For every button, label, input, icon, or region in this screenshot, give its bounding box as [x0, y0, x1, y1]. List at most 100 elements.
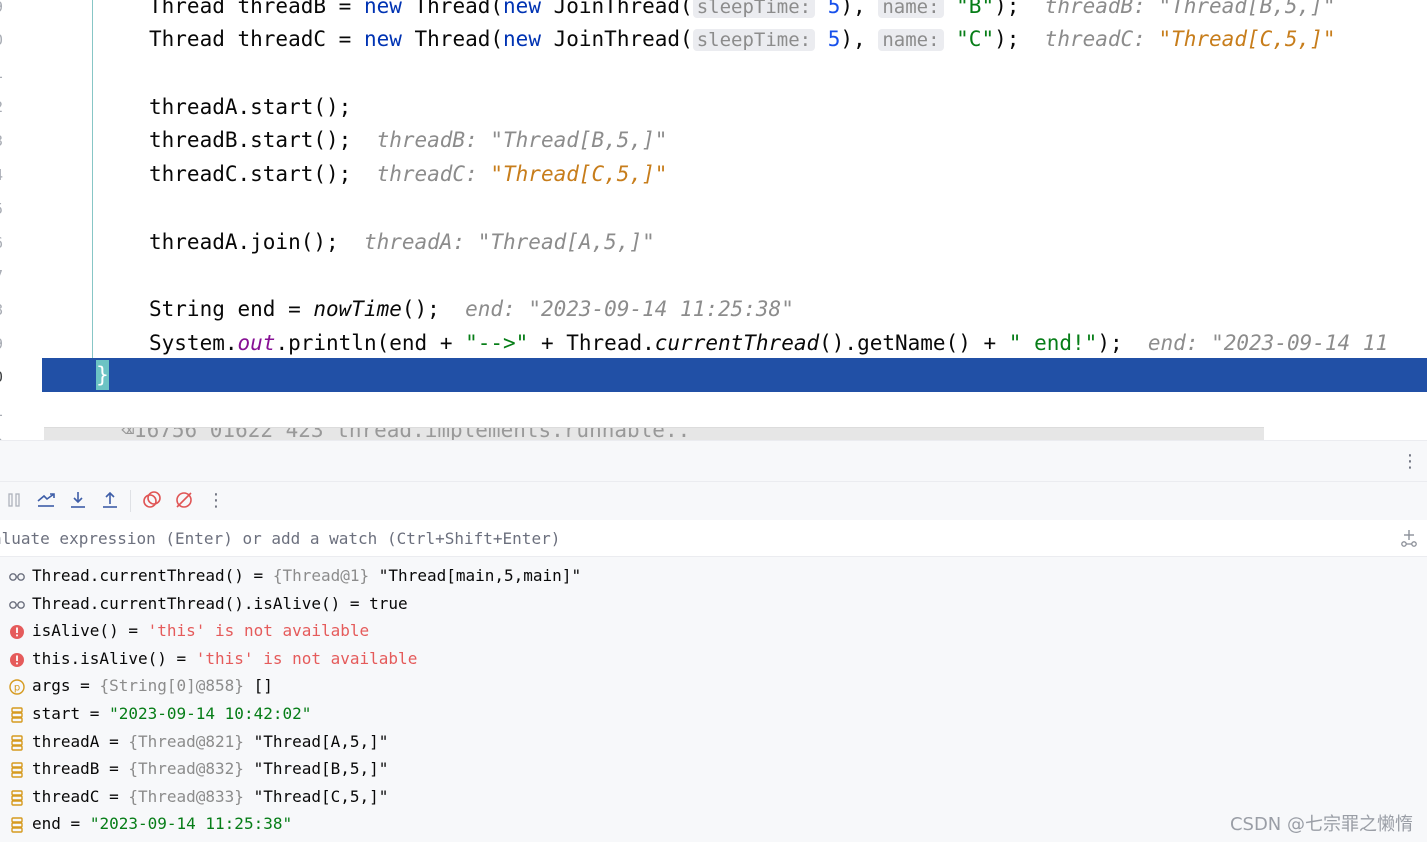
line-number: 7 — [0, 266, 8, 286]
variable-value: [] — [243, 676, 273, 696]
current-execution-line — [42, 358, 1427, 392]
mute-breakpoints-icon[interactable] — [172, 488, 196, 512]
variable-icon — [8, 705, 26, 723]
variable-ref: {Thread@832} — [128, 759, 244, 779]
scrolled-text-fragment: ⌫16756 01622 423 thread.implements.runna… — [96, 427, 691, 440]
variable-name: threadC — [32, 786, 100, 806]
line-number-gutter: 9 0 1 2 3 4 5 6 7 8 9 0 1 2 — [0, 0, 42, 440]
variable-row[interactable]: threadB = {Thread@832} "Thread[B,5,]" — [0, 755, 1427, 782]
watermark: CSDN @七宗罪之懒惰 — [1229, 814, 1413, 835]
code-line-threadC: Thread threadC = new Thread(new JoinThre… — [149, 27, 1336, 51]
step-over-icon[interactable] — [34, 488, 58, 512]
variable-row[interactable]: this.isAlive() = 'this' is not available — [0, 645, 1427, 672]
svg-text:p: p — [14, 683, 20, 694]
code-line-threadB: Thread threadB = new Thread(new JoinThre… — [149, 0, 1335, 22]
variable-value: "Thread[B,5,]" — [243, 759, 389, 779]
code-line-threadC-start: threadC.start(); threadC: "Thread[C,5,]" — [149, 162, 668, 186]
more-actions-icon[interactable]: ⋮ — [204, 488, 228, 512]
variable-name: this.isAlive() — [32, 648, 167, 668]
variable-text: threadA = {Thread@821} "Thread[A,5,]" — [32, 731, 389, 751]
variable-ref: {Thread@821} — [128, 731, 244, 751]
variable-text: isAlive() = 'this' is not available — [32, 621, 370, 641]
variable-value: "Thread[main,5,main]" — [369, 566, 582, 585]
toolbar-separator — [130, 490, 131, 512]
variable-text: this.isAlive() = 'this' is not available — [32, 648, 418, 668]
variable-row[interactable]: Thread.currentThread() = {Thread@1} "Thr… — [0, 562, 1427, 589]
line-number: 9 — [0, 0, 8, 17]
variable-text: args = {String[0]@858} [] — [32, 676, 273, 696]
variable-icon — [8, 788, 26, 806]
error-icon — [8, 622, 26, 640]
variable-icon — [8, 815, 26, 834]
line-number: 6 — [0, 233, 8, 253]
variable-name: threadA — [32, 731, 100, 751]
variable-icon — [8, 760, 26, 778]
variable-value: "2023-09-14 11:25:38" — [89, 814, 293, 834]
evaluate-expression-bar — [0, 520, 1427, 557]
closing-brace: } — [96, 360, 109, 390]
variable-text: Thread.currentThread() = {Thread@1} "Thr… — [32, 566, 582, 585]
variable-text: end = "2023-09-14 11:25:38" — [32, 814, 293, 834]
parameter-icon: p — [8, 677, 26, 696]
watch-glasses-icon — [8, 595, 26, 613]
variable-row[interactable]: start = "2023-09-14 10:42:02" — [0, 700, 1427, 727]
debug-toolbar: ⋮ — [0, 481, 1427, 521]
indent-guide — [92, 0, 93, 358]
pause-program-icon[interactable] — [2, 488, 26, 512]
param-hint: sleepTime: — [692, 29, 816, 51]
step-out-icon[interactable] — [98, 488, 122, 512]
step-into-icon[interactable] — [66, 488, 90, 512]
line-number: 3 — [0, 131, 8, 151]
variable-name: start — [32, 704, 81, 723]
variable-row[interactable]: p args = {String[0]@858} [] — [0, 672, 1427, 699]
variable-name: threadB — [32, 759, 100, 779]
add-watch-icon[interactable] — [1399, 528, 1419, 548]
variable-text: threadB = {Thread@832} "Thread[B,5,]" — [32, 759, 389, 779]
code-editor[interactable]: 9 0 1 2 3 4 5 6 7 8 9 0 1 2 } Thread thr… — [0, 0, 1427, 440]
more-options-icon[interactable]: ⋮ — [1401, 451, 1419, 472]
variable-value: "Thread[C,5,]" — [243, 786, 389, 806]
variable-value: "2023-09-14 10:42:02" — [109, 704, 312, 723]
line-number: 9 — [0, 334, 8, 354]
variable-name: end — [32, 814, 61, 834]
variable-row[interactable]: isAlive() = 'this' is not available — [0, 617, 1427, 644]
variable-value: true — [369, 593, 408, 613]
debug-panel: ⋮ ⋮ Thread.currentThread() = {Thread@1} … — [0, 440, 1427, 842]
code-line-threadB-start: threadB.start(); threadB: "Thread[B,5,]" — [149, 128, 668, 152]
variable-ref: {Thread@833} — [128, 786, 244, 806]
variable-row[interactable]: threadC = {Thread@833} "Thread[C,5,]" — [0, 783, 1427, 810]
code-line-end: String end = nowTime(); end: "2023-09-14… — [149, 297, 794, 321]
variable-ref: {String[0]@858} — [99, 676, 244, 696]
line-number-current: 0 — [0, 367, 8, 387]
variable-text: start = "2023-09-14 10:42:02" — [32, 704, 312, 723]
variable-name: args — [32, 676, 71, 696]
variable-text: threadC = {Thread@833} "Thread[C,5,]" — [32, 786, 389, 806]
line-number: 4 — [0, 165, 8, 185]
watch-glasses-icon — [8, 567, 26, 585]
variable-value: 'this' is not available — [195, 648, 418, 668]
param-hint: name: — [878, 29, 944, 51]
variable-name: Thread.currentThread().isAlive() — [32, 593, 341, 613]
variable-text: Thread.currentThread().isAlive() = true — [32, 593, 408, 613]
variable-row[interactable]: end = "2023-09-14 11:25:38" — [0, 810, 1427, 837]
line-number: 5 — [0, 199, 8, 219]
code-line-threadA-start: threadA.start(); — [149, 95, 352, 119]
line-number: 1 — [0, 63, 8, 83]
variable-name: isAlive() — [32, 621, 119, 641]
code-line-threadA-join: threadA.join(); threadA: "Thread[A,5,]" — [149, 230, 655, 254]
variable-row[interactable]: Thread.currentThread().isAlive() = true — [0, 590, 1427, 617]
variable-ref: {Thread@1} — [272, 566, 370, 585]
param-hint: name: — [878, 0, 944, 18]
line-number: 0 — [0, 30, 8, 50]
variable-row[interactable]: threadA = {Thread@821} "Thread[A,5,]" — [0, 728, 1427, 755]
variable-value: "Thread[A,5,]" — [243, 731, 389, 751]
param-hint: sleepTime: — [692, 0, 816, 18]
horizontal-scrollbar[interactable]: ⌫16756 01622 423 thread.implements.runna… — [44, 427, 1264, 440]
variable-icon — [8, 733, 26, 751]
code-line-println: System.out.println(end + "-->" + Thread.… — [149, 331, 1389, 355]
evaluate-expression-input[interactable] — [0, 520, 1380, 556]
line-number: 8 — [0, 300, 8, 320]
view-breakpoints-icon[interactable] — [140, 488, 164, 512]
variable-name: Thread.currentThread() — [32, 566, 244, 585]
line-number: 2 — [0, 97, 8, 117]
